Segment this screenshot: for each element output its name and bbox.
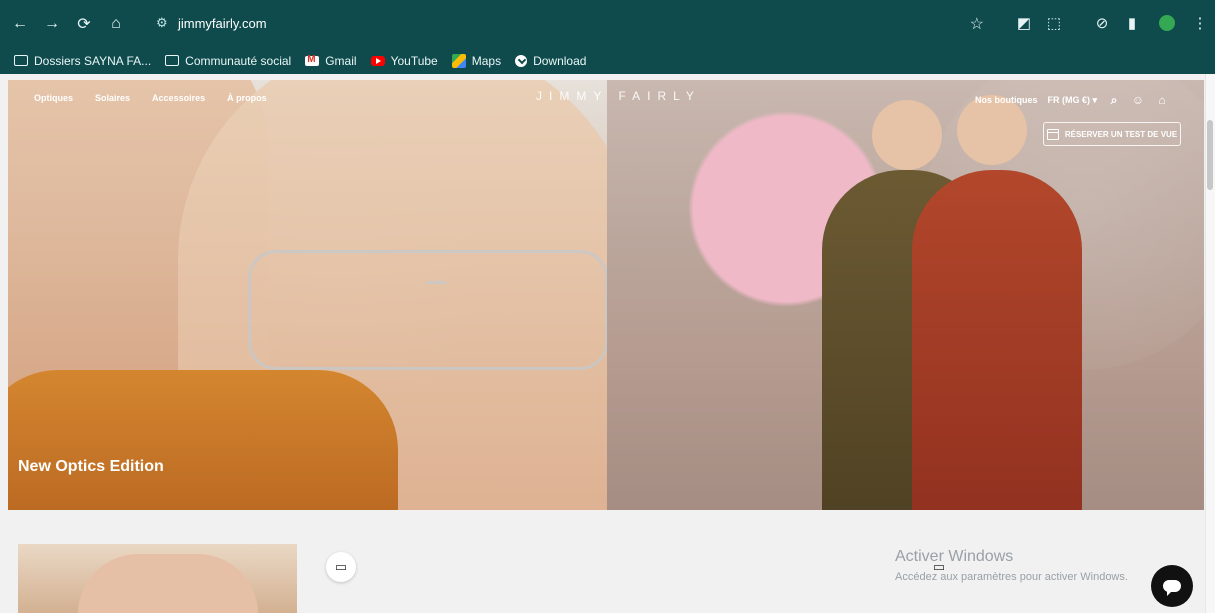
reload-icon[interactable]: ⟳ [72, 12, 96, 36]
folder-icon [165, 55, 180, 66]
browser-toolbar: ← → ⟳ ⌂ ⚙ jimmyfairly.com ☆ ◩ ⬚ ⊘ ▮ ⋮ [0, 0, 1215, 47]
bag-icon[interactable]: ⌂ [1155, 93, 1169, 107]
puzzle-icon[interactable]: ⬚ [1042, 11, 1066, 35]
bookmarks-bar: Dossiers SAYNA FA... Communauté social G… [0, 47, 1215, 74]
profile-avatar-icon[interactable] [1155, 11, 1179, 35]
extension-icon[interactable]: ◩ [1012, 11, 1036, 35]
account-icon[interactable]: ☺ [1131, 93, 1145, 107]
hero-right-head-left [872, 100, 942, 170]
bookmark-star-icon[interactable]: ☆ [970, 14, 984, 34]
page-scrollbar-thumb[interactable] [1207, 120, 1213, 190]
hero-title: New Optics Edition [18, 458, 164, 475]
bookmark-gmail[interactable]: Gmail [305, 53, 357, 68]
browser-chrome: ← → ⟳ ⌂ ⚙ jimmyfairly.com ☆ ◩ ⬚ ⊘ ▮ ⋮ Do… [0, 0, 1215, 74]
gmail-icon [305, 54, 320, 66]
site-settings-icon[interactable]: ⚙ [156, 15, 172, 31]
nav-a-propos[interactable]: À propos [227, 93, 267, 103]
product-thumbnail[interactable] [18, 544, 297, 613]
bookmark-label: Dossiers SAYNA FA... [34, 53, 152, 68]
youtube-icon [370, 55, 385, 66]
nav-optiques[interactable]: Optiques [34, 93, 73, 103]
bookmark-communaute[interactable]: Communauté social [165, 54, 291, 68]
bookmark-label: Communauté social [185, 53, 292, 68]
home-icon[interactable]: ⌂ [104, 12, 128, 36]
site-logo[interactable]: JIMMY FAIRLY [536, 89, 701, 103]
forward-icon[interactable]: → [40, 12, 64, 36]
address-bar[interactable]: ⚙ jimmyfairly.com ☆ [146, 9, 996, 37]
chat-bubble-icon [1163, 580, 1181, 596]
bookmark-label: Download [533, 53, 587, 68]
hero-right-person-right [912, 170, 1082, 510]
url-text[interactable]: jimmyfairly.com [178, 16, 267, 31]
stores-link[interactable]: Nos boutiques [975, 95, 1038, 105]
nav-accessoires[interactable]: Accessoires [152, 93, 205, 103]
search-icon[interactable]: ⌕ [1107, 93, 1121, 107]
bookmark-label: YouTube [390, 53, 438, 68]
bookmark-label: Gmail [325, 53, 357, 68]
chevron-down-icon: ▾ [1092, 94, 1098, 105]
folder-icon [14, 55, 28, 66]
nav-solaires[interactable]: Solaires [95, 93, 130, 103]
bookmark-label: Maps [471, 53, 502, 68]
maps-icon [451, 53, 466, 68]
menu-kebab-icon[interactable]: ⋮ [1188, 11, 1212, 35]
windows-activation-title: Activer Windows [895, 548, 1014, 565]
sidebar-icon[interactable]: ▮ [1120, 11, 1144, 35]
locale-label: FR (MG €) [1047, 94, 1091, 105]
windows-activation-subtitle: Accédez aux paramètres pour activer Wind… [895, 571, 1128, 583]
site-primary-nav: Optiques Solaires Accessoires À propos [34, 93, 267, 103]
video-icon[interactable]: ▭ [326, 552, 356, 582]
chat-launcher-button[interactable] [1151, 565, 1193, 607]
download-icon [515, 54, 528, 67]
hero-left-shirt [8, 370, 398, 510]
extension-swirl-icon[interactable]: ⊘ [1090, 11, 1114, 35]
back-icon[interactable]: ← [8, 12, 32, 36]
bookmark-download[interactable]: Download [515, 54, 586, 68]
reserve-eye-test-button[interactable]: RÉSERVER UN TEST DE VUE [1043, 122, 1181, 146]
glasses-illustration [248, 250, 607, 370]
bookmark-dossiers[interactable]: Dossiers SAYNA FA... [14, 54, 151, 68]
calendar-icon [1046, 128, 1059, 140]
bookmark-maps[interactable]: Maps [451, 53, 502, 68]
hero-image-left[interactable] [8, 80, 607, 510]
site-header-actions: Nos boutiques FR (MG €) ▾ ⌕ ☺ ⌂ [975, 93, 1169, 108]
reserve-eye-test-label: RÉSERVER UN TEST DE VUE [1064, 129, 1178, 139]
below-hero-section [0, 510, 1215, 613]
bookmark-youtube[interactable]: YouTube [370, 53, 438, 68]
locale-selector[interactable]: FR (MG €) ▾ [1048, 95, 1098, 106]
